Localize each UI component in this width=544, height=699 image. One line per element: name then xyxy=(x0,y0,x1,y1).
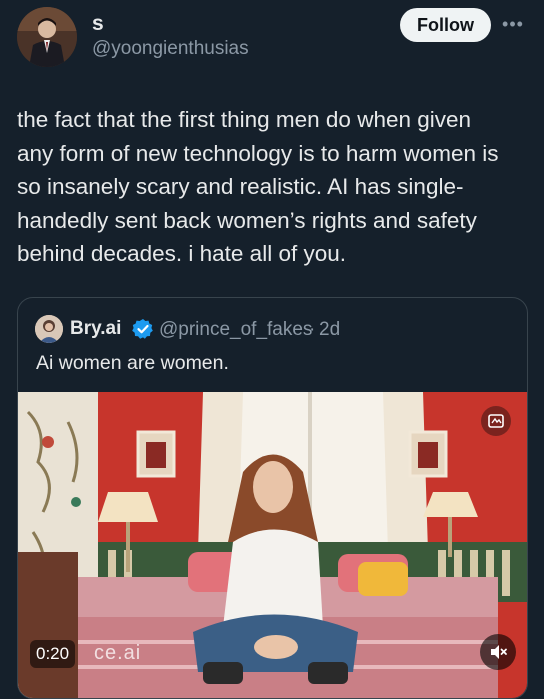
quote-timestamp[interactable]: 2d xyxy=(319,319,340,341)
author-handle[interactable]: @yoongienthusias xyxy=(92,38,249,60)
tweet-text: the fact that the first thing men do whe… xyxy=(17,107,499,266)
video-duration: 0:20 xyxy=(30,640,76,668)
quote-author-avatar[interactable] xyxy=(35,315,63,343)
verified-badge-icon xyxy=(132,319,153,339)
follow-button[interactable]: Follow xyxy=(400,8,491,42)
avatar-icon xyxy=(35,315,63,343)
author-display-name[interactable]: s xyxy=(92,12,104,36)
mute-button[interactable] xyxy=(480,634,516,670)
video-watermark: ce.ai xyxy=(94,642,142,664)
quote-text: Ai women are women. xyxy=(36,352,229,374)
quote-handle[interactable]: @prince_of_fakes xyxy=(159,319,312,341)
author-avatar[interactable] xyxy=(17,7,77,67)
video-player[interactable]: 0:20 ce.ai xyxy=(18,392,527,698)
mute-icon xyxy=(491,645,507,659)
gif-badge-icon xyxy=(481,406,511,436)
quote-display-name[interactable]: Bry.ai xyxy=(70,318,121,340)
quoted-tweet[interactable]: Bry.ai @prince_of_fakes · 2d Ai women ar… xyxy=(17,297,528,699)
avatar-man-in-suit-icon xyxy=(17,7,77,67)
quote-separator: · xyxy=(309,319,316,340)
ellipsis-icon[interactable]: ••• xyxy=(501,12,525,36)
